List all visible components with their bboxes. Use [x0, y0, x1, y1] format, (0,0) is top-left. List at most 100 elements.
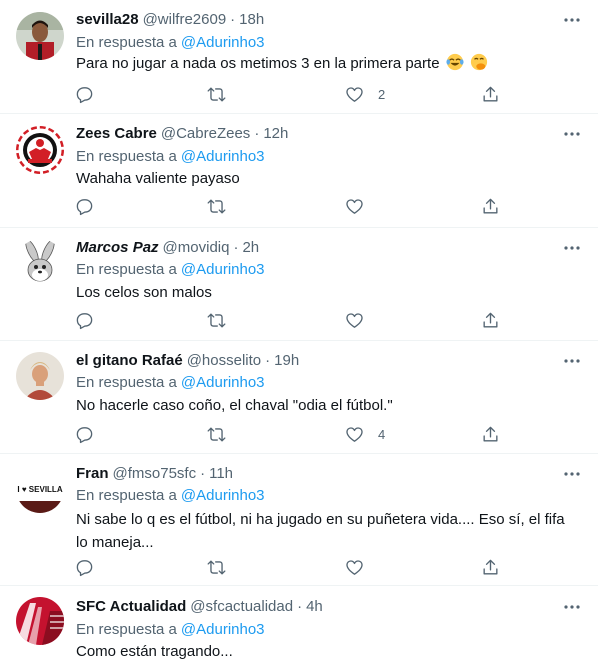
tweet-text-content: Para no jugar a nada os metimos 3 en la …	[76, 55, 440, 72]
tweet-5[interactable]: I ♥ SEVILLA Fran @fmso75sfc · 11h En respue…	[0, 454, 598, 586]
reply-mention-link[interactable]: @Adurinho3	[181, 621, 265, 638]
avatar[interactable]	[16, 239, 64, 287]
separator-dot: ·	[254, 125, 260, 142]
user-handle[interactable]: @hosselito	[187, 352, 261, 369]
display-name[interactable]: Zees Cabre	[76, 125, 157, 142]
tweet-header: sevilla28 @wilfre2609 · 18h	[76, 10, 550, 30]
reply-prefix: En respuesta a	[76, 487, 177, 504]
reply-prefix: En respuesta a	[76, 34, 177, 51]
share-icon	[483, 559, 498, 575]
separator-dot: ·	[297, 598, 303, 615]
separator-dot: ·	[200, 465, 206, 482]
reply-icon	[76, 426, 93, 443]
reply-button[interactable]	[75, 196, 94, 216]
more-options-icon[interactable]	[562, 597, 582, 617]
share-button[interactable]	[481, 84, 500, 104]
retweet-icon	[207, 198, 226, 214]
share-button[interactable]	[481, 557, 500, 577]
more-options-icon[interactable]	[562, 124, 582, 144]
timestamp[interactable]: 11h	[209, 465, 233, 482]
share-button[interactable]	[481, 196, 500, 216]
more-options-icon[interactable]	[562, 10, 582, 30]
reply-icon	[76, 198, 93, 215]
share-icon	[483, 198, 498, 214]
reply-button[interactable]	[75, 424, 94, 444]
retweet-icon	[207, 426, 226, 442]
tweet-2[interactable]: Zees Cabre @CabreZees · 12h En respuesta a @…	[0, 114, 598, 228]
more-options-icon[interactable]	[562, 351, 582, 371]
timestamp[interactable]: 2h	[242, 239, 259, 256]
share-button[interactable]	[481, 310, 500, 330]
retweet-button[interactable]	[207, 424, 226, 444]
tweet-3[interactable]: Marcos Paz @movidiq · 2h En respuesta a @Adu…	[0, 228, 598, 341]
reply-context: En respuesta a @Adurinho3	[76, 373, 265, 393]
tweet-text: No hacerle caso coño, el chaval "odia el…	[76, 397, 393, 414]
like-count: 2	[378, 86, 386, 102]
timestamp[interactable]: 4h	[306, 598, 323, 615]
share-icon	[483, 312, 498, 328]
reply-button[interactable]	[75, 84, 94, 104]
reply-prefix: En respuesta a	[76, 148, 177, 165]
reply-button[interactable]	[75, 557, 94, 577]
like-button[interactable]	[345, 557, 378, 577]
reply-mention-link[interactable]: @Adurinho3	[181, 487, 265, 504]
like-button[interactable]	[345, 310, 378, 330]
reply-mention-link[interactable]: @Adurinho3	[181, 34, 265, 51]
avatar[interactable]	[16, 352, 64, 400]
reply-context: En respuesta a @Adurinho3	[76, 620, 265, 640]
avatar[interactable]	[16, 12, 64, 60]
reply-prefix: En respuesta a	[76, 261, 177, 278]
avatar[interactable]: I ♥ SEVILLA	[16, 465, 64, 513]
like-count: 4	[378, 426, 386, 442]
reply-icon	[76, 559, 93, 576]
face-with-hand-over-mouth-emoji	[470, 53, 487, 71]
user-handle[interactable]: @wilfre2609	[143, 11, 227, 28]
reply-context: En respuesta a @Adurinho3	[76, 33, 265, 53]
reply-mention-link[interactable]: @Adurinho3	[181, 148, 265, 165]
user-handle[interactable]: @sfcactualidad	[190, 598, 293, 615]
tweet-header: Marcos Paz @movidiq · 2h	[76, 238, 550, 258]
like-button[interactable]	[345, 196, 378, 216]
user-handle[interactable]: @CabreZees	[161, 125, 250, 142]
timestamp[interactable]: 12h	[263, 125, 288, 142]
user-handle[interactable]: @fmso75sfc	[113, 465, 197, 482]
avatar-logo-text: I ♥ SEVILLA	[17, 485, 62, 494]
retweet-button[interactable]	[207, 84, 226, 104]
reply-mention-link[interactable]: @Adurinho3	[181, 374, 265, 391]
reply-button[interactable]	[75, 310, 94, 330]
avatar[interactable]	[16, 597, 64, 645]
tweet-header: Fran @fmso75sfc · 11h	[76, 464, 550, 484]
reply-prefix: En respuesta a	[76, 374, 177, 391]
tweet-6[interactable]: SFC Actualidad @sfcactualidad · 4h En respu…	[0, 586, 598, 663]
reply-context: En respuesta a @Adurinho3	[76, 260, 265, 280]
display-name[interactable]: SFC Actualidad	[76, 598, 186, 615]
more-options-icon[interactable]	[562, 238, 582, 258]
separator-dot: ·	[233, 239, 239, 256]
more-options-icon[interactable]	[562, 464, 582, 484]
display-name[interactable]: el gitano Rafaé	[76, 352, 183, 369]
retweet-button[interactable]	[207, 310, 226, 330]
display-name[interactable]: Fran	[76, 465, 109, 482]
timestamp[interactable]: 18h	[239, 11, 264, 28]
like-button[interactable]: 2	[345, 84, 385, 104]
share-button[interactable]	[481, 424, 500, 444]
reply-mention-link[interactable]: @Adurinho3	[181, 261, 265, 278]
display-name[interactable]: Marcos Paz	[76, 239, 159, 256]
heart-icon	[346, 426, 363, 442]
reply-context: En respuesta a @Adurinho3	[76, 147, 265, 167]
tweet-4[interactable]: el gitano Rafaé @hosselito · 19h En respues…	[0, 341, 598, 454]
timestamp[interactable]: 19h	[274, 352, 299, 369]
reply-context: En respuesta a @Adurinho3	[76, 486, 265, 506]
retweet-button[interactable]	[207, 557, 226, 577]
display-name[interactable]: sevilla28	[76, 11, 139, 28]
retweet-button[interactable]	[207, 196, 226, 216]
tweet-header: el gitano Rafaé @hosselito · 19h	[76, 351, 550, 371]
tweet-text: Wahaha valiente payaso	[76, 170, 240, 187]
like-button[interactable]: 4	[345, 424, 385, 444]
retweet-icon	[207, 312, 226, 328]
user-handle[interactable]: @movidiq	[163, 239, 230, 256]
heart-icon	[346, 86, 363, 102]
avatar[interactable]	[16, 126, 64, 174]
reply-icon	[76, 86, 93, 103]
tweet-1[interactable]: sevilla28 @wilfre2609 · 18h En respuesta a @…	[0, 0, 598, 114]
